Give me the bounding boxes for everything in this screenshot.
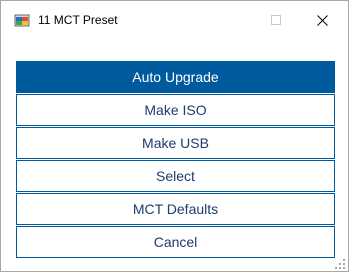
dialog-window: 11 MCT Preset Auto Upgrade Make ISO Make… xyxy=(0,0,349,272)
close-button[interactable] xyxy=(299,1,345,39)
button-panel: Auto Upgrade Make ISO Make USB Select MC… xyxy=(1,39,348,271)
title-bar[interactable]: 11 MCT Preset xyxy=(1,1,348,39)
app-icon xyxy=(14,13,30,29)
make-iso-button[interactable]: Make ISO xyxy=(16,94,335,126)
maximize-button[interactable] xyxy=(253,1,299,39)
make-usb-button[interactable]: Make USB xyxy=(16,127,335,159)
maximize-icon xyxy=(271,15,281,25)
window-title: 11 MCT Preset xyxy=(38,13,118,27)
minimize-icon xyxy=(225,19,235,21)
resize-grip-icon[interactable] xyxy=(334,257,346,269)
select-button[interactable]: Select xyxy=(16,160,335,192)
close-icon xyxy=(316,14,328,26)
cancel-button[interactable]: Cancel xyxy=(16,226,335,258)
auto-upgrade-button[interactable]: Auto Upgrade xyxy=(16,61,335,93)
minimize-button[interactable] xyxy=(207,1,253,39)
mct-defaults-button[interactable]: MCT Defaults xyxy=(16,193,335,225)
